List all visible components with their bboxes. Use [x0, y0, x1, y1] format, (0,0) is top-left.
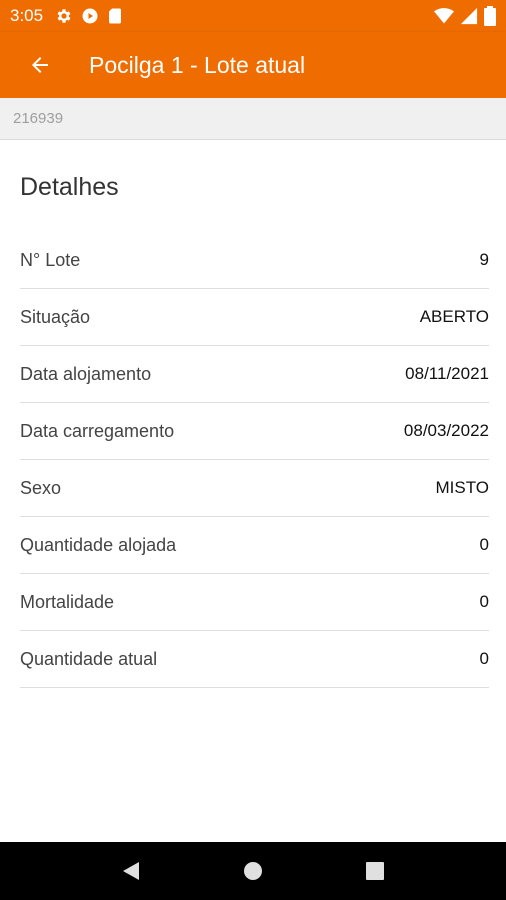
- arrow-left-icon: [32, 57, 48, 73]
- details-list: N° Lote 9 Situação ABERTO Data alojament…: [20, 232, 489, 688]
- detail-row-quantidade-alojada: Quantidade alojada 0: [20, 517, 489, 574]
- home-circle-icon: [244, 862, 262, 880]
- detail-label: Data alojamento: [20, 363, 152, 384]
- detail-value: MISTO: [435, 478, 489, 497]
- detail-value: 9: [479, 250, 489, 269]
- detail-label: Quantidade alojada: [20, 534, 177, 555]
- detail-value: 0: [479, 592, 489, 611]
- battery-icon: [484, 6, 496, 26]
- detail-label: Situação: [20, 306, 91, 327]
- detail-row-lote: N° Lote 9: [20, 232, 489, 289]
- detail-label: Sexo: [20, 477, 62, 498]
- app-bar: Pocilga 1 - Lote atual: [0, 32, 506, 98]
- status-bar: 3:05: [0, 0, 506, 32]
- sd-card-icon: [109, 8, 122, 24]
- record-code: 216939: [13, 110, 64, 127]
- play-protect-icon: [82, 8, 98, 24]
- recents-square-icon: [366, 862, 384, 880]
- status-left-icons: [55, 7, 123, 25]
- signal-icon: [460, 7, 478, 25]
- detail-value: 08/11/2021: [405, 364, 489, 383]
- detail-value: ABERTO: [419, 307, 489, 326]
- back-triangle-icon: [123, 862, 139, 880]
- wifi-icon: [434, 8, 454, 24]
- detail-label: Data carregamento: [20, 420, 175, 441]
- status-right-icons: [434, 6, 496, 26]
- gear-icon: [57, 9, 71, 23]
- back-button[interactable]: [0, 32, 80, 98]
- nav-home-button[interactable]: [223, 842, 283, 900]
- detail-value: 0: [479, 535, 489, 554]
- detail-row-data-alojamento: Data alojamento 08/11/2021: [20, 346, 489, 403]
- status-time: 3:05: [10, 6, 44, 25]
- system-nav-bar: [0, 842, 506, 900]
- detail-row-data-carregamento: Data carregamento 08/03/2022: [20, 403, 489, 460]
- detail-label: Mortalidade: [20, 591, 115, 612]
- detail-value: 0: [479, 649, 489, 668]
- detail-row-sexo: Sexo MISTO: [20, 460, 489, 517]
- nav-recents-button[interactable]: [345, 842, 405, 900]
- section-title: Detalhes: [20, 173, 119, 201]
- page-title: Pocilga 1 - Lote atual: [89, 51, 306, 78]
- detail-row-quantidade-atual: Quantidade atual 0: [20, 631, 489, 688]
- detail-label: N° Lote: [20, 249, 81, 270]
- detail-label: Quantidade atual: [20, 648, 158, 669]
- nav-back-button[interactable]: [101, 842, 161, 900]
- detail-row-situacao: Situação ABERTO: [20, 289, 489, 346]
- sub-header: 216939: [0, 98, 506, 140]
- detail-value: 08/03/2022: [403, 421, 489, 440]
- detail-row-mortalidade: Mortalidade 0: [20, 574, 489, 631]
